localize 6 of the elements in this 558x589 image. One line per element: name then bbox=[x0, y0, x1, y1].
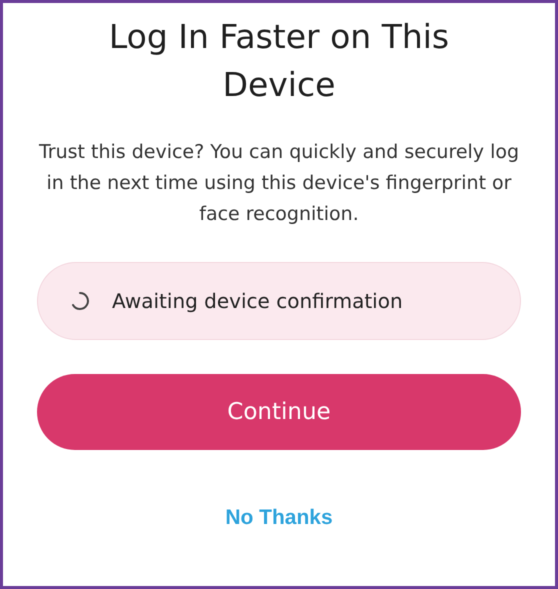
page-title: Log In Faster on This Device bbox=[108, 16, 450, 106]
continue-button[interactable]: Continue bbox=[37, 374, 521, 450]
spinner-icon bbox=[70, 291, 90, 311]
status-text: Awaiting device confirmation bbox=[112, 288, 403, 315]
description-text: Trust this device? You can quickly and securely log in the next time using this device's fingerprint or face recognition. bbox=[38, 140, 520, 227]
no-thanks-link[interactable]: No Thanks bbox=[225, 502, 333, 534]
